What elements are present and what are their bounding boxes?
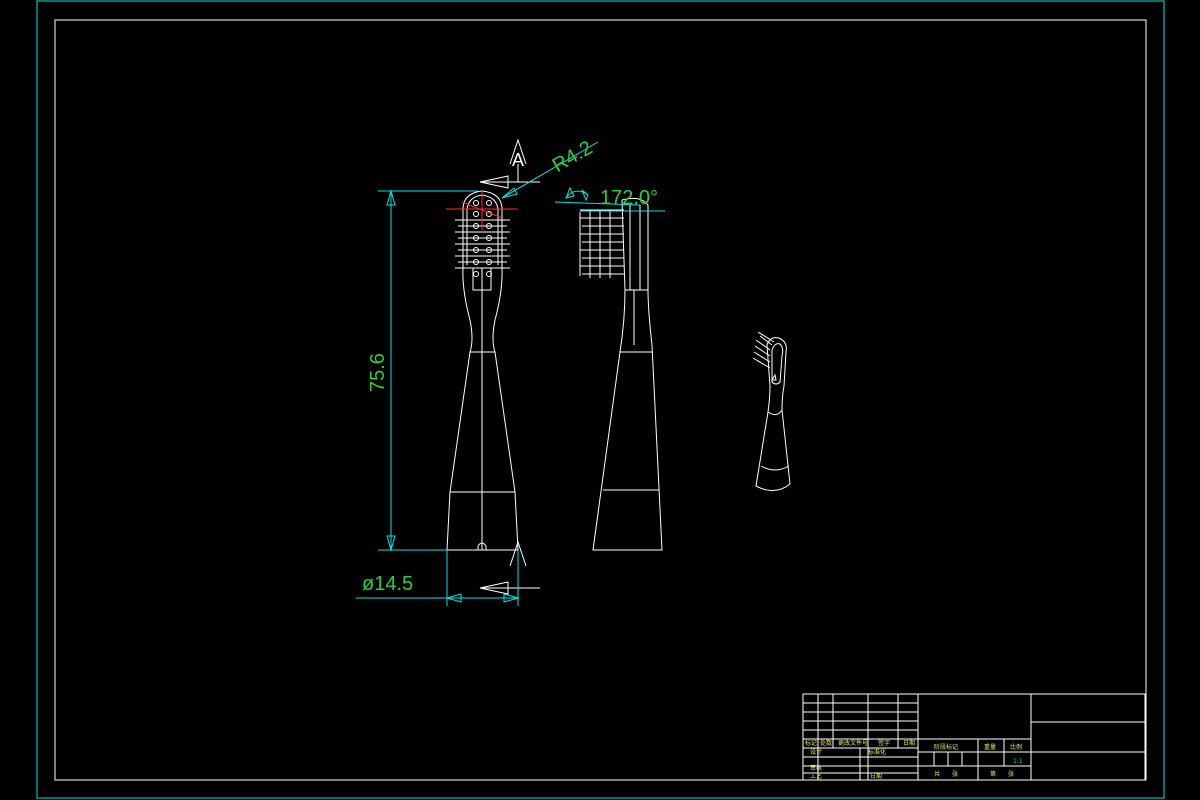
tb-check: 审核 [810, 764, 822, 772]
length-dimension: 75.6 [367, 189, 478, 552]
section-line-bottom [479, 566, 540, 595]
diameter-text: ø14.5 [362, 573, 413, 595]
tb-rev-1: 处数 [820, 739, 832, 747]
side-inner-lines [629, 205, 641, 345]
tb-sheet-unit: 张 [952, 770, 958, 778]
tb-approve: 日期 [870, 772, 882, 780]
iso-bristles [752, 331, 775, 369]
angle-text: 172.0° [600, 187, 658, 209]
side-bands [603, 289, 659, 491]
tb-sheet-no: 第 [990, 770, 996, 778]
outer-border [36, 0, 1165, 799]
tb-design: 设计 [810, 748, 822, 756]
cad-drawing: A R4.2 75.6 ø14.5 172.0° 标记 处数 更改文件号 签字 … [36, 0, 1165, 799]
tb-scale-value: 1:1 [1013, 758, 1023, 765]
radius-text: R4.2 [549, 137, 597, 177]
tb-rev-4: 日期 [903, 739, 915, 747]
tb-rev-0: 标记 [805, 739, 817, 747]
front-view [446, 190, 519, 551]
angle-dimension: 172.0° [554, 186, 665, 212]
tb-process: 工艺 [810, 772, 822, 780]
diameter-dimension: ø14.5 [356, 550, 520, 606]
tb-sheet-total: 共 [934, 770, 940, 778]
side-view [579, 197, 663, 551]
section-label-top: A [512, 150, 524, 170]
tb-standard: 标准化 [868, 748, 886, 756]
tb-weight: 重量 [984, 743, 996, 751]
tb-rev-2: 更改文件号 [838, 739, 868, 747]
tb-stage: 阶段标记 [934, 743, 958, 751]
isometric-view [752, 331, 791, 491]
center-mark [446, 190, 518, 230]
tb-rev-3: 签字 [878, 739, 890, 747]
side-bristles [579, 209, 624, 276]
iso-mark [771, 373, 777, 381]
side-bristle-rows [589, 210, 611, 278]
title-block: 标记 处数 更改文件号 签字 日期 设计 标准化 审核 工艺 日期 阶段标记 重… [802, 693, 1146, 781]
length-text: 75.6 [367, 353, 389, 392]
tb-scale: 比例 [1010, 743, 1022, 751]
radius-arrowhead [501, 187, 518, 199]
tb-sheet-unit2: 张 [1008, 770, 1014, 778]
inner-border [54, 19, 1147, 781]
section-line-top [479, 164, 540, 189]
side-outline [592, 197, 663, 551]
